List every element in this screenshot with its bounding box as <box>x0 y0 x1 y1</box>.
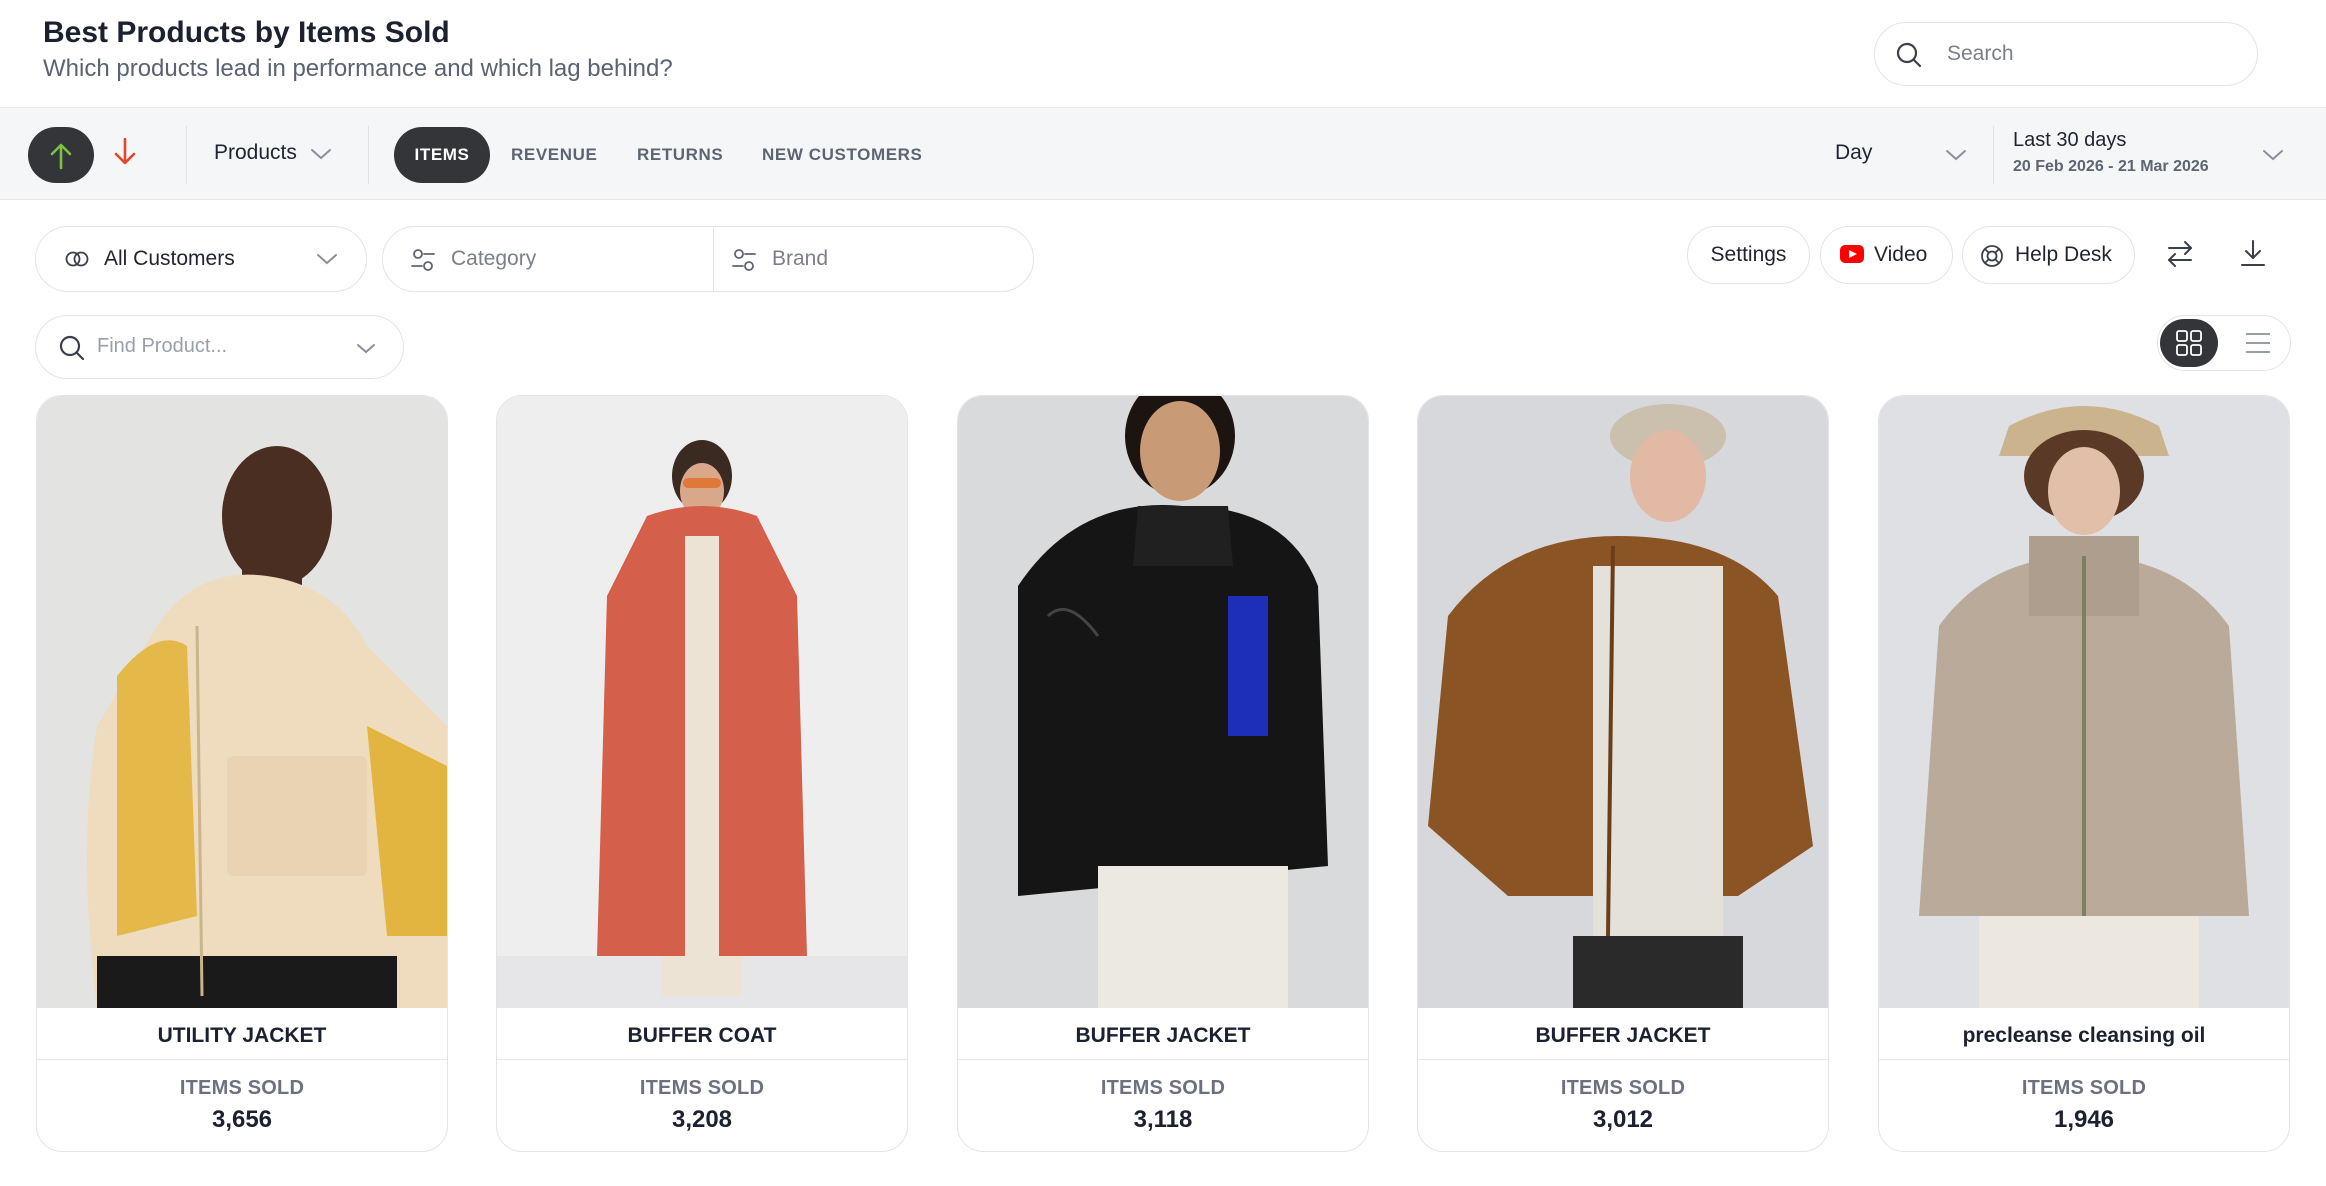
customer-segment-dropdown[interactable]: All Customers <box>35 226 367 292</box>
video-button[interactable]: Video <box>1820 226 1953 284</box>
lifebuoy-icon <box>1981 245 2003 267</box>
metric-label: ITEMS SOLD <box>639 1077 765 1099</box>
sort-ascending-button[interactable] <box>112 136 138 171</box>
view-mode-toggle <box>2157 315 2291 371</box>
date-range-dates: 20 Feb 2026 - 21 Mar 2026 <box>2013 158 2209 175</box>
video-label: Video <box>1874 243 1928 266</box>
find-product-dropdown[interactable]: Find Product... <box>35 315 404 379</box>
sort-descending-button[interactable] <box>28 127 94 183</box>
product-image <box>1879 396 2289 1008</box>
page-title: Best Products by Items Sold <box>43 16 450 49</box>
chevron-down-icon <box>317 254 337 265</box>
chevron-down-icon <box>1946 150 1966 161</box>
find-product-input[interactable]: Find Product... <box>97 335 227 358</box>
granularity-dropdown[interactable]: Day <box>1835 141 1966 165</box>
metric-label: ITEMS SOLD <box>1560 1077 1686 1099</box>
help-desk-label: Help Desk <box>2015 243 2112 266</box>
product-image <box>37 396 447 1008</box>
search-icon <box>1896 42 1922 68</box>
search-input[interactable]: Search <box>1947 42 2014 66</box>
search-icon <box>59 335 85 361</box>
product-name: UTILITY JACKET <box>37 1008 447 1060</box>
product-name: precleanse cleansing oil <box>1879 1008 2289 1060</box>
granularity-label: Day <box>1835 141 1873 164</box>
youtube-icon <box>1840 245 1864 263</box>
tab-revenue[interactable]: REVENUE <box>511 127 597 183</box>
toolbar-divider <box>368 126 369 184</box>
date-range-label: Last 30 days <box>2013 129 2127 151</box>
toolbar-divider <box>186 126 187 184</box>
filter-sliders-icon <box>411 249 435 271</box>
dimension-label: Products <box>214 141 297 164</box>
page-subtitle: Which products lead in performance and w… <box>43 55 673 82</box>
metric-value: 1,946 <box>2053 1106 2115 1133</box>
dimension-dropdown[interactable]: Products <box>214 141 331 165</box>
swap-icon[interactable] <box>2165 239 2195 269</box>
settings-button[interactable]: Settings <box>1687 226 1810 284</box>
metric-label: ITEMS SOLD <box>2021 1077 2147 1099</box>
brand-filter[interactable]: Brand <box>772 247 828 271</box>
product-name: BUFFER COAT <box>497 1008 907 1060</box>
toolbar-divider <box>1993 126 1994 184</box>
metric-label: ITEMS SOLD <box>179 1077 305 1099</box>
grid-view-button[interactable] <box>2160 319 2218 367</box>
metric-value: 3,208 <box>671 1106 733 1133</box>
chevron-down-icon <box>311 149 331 160</box>
product-name: BUFFER JACKET <box>958 1008 1368 1060</box>
metric-value: 3,118 <box>1133 1106 1193 1133</box>
segments-icon <box>65 251 89 267</box>
customer-segment-label: All Customers <box>104 247 235 270</box>
page-header: Best Products by Items Sold Which produc… <box>0 0 2326 108</box>
product-card[interactable]: BUFFER JACKET ITEMS SOLD 3,012 <box>1417 395 1829 1152</box>
product-card[interactable]: UTILITY JACKET ITEMS SOLD 3,656 <box>36 395 448 1152</box>
category-filter[interactable]: Category <box>451 247 536 271</box>
date-range-picker[interactable]: Last 30 days 20 Feb 2026 - 21 Mar 2026 <box>2013 129 2209 176</box>
product-card[interactable]: BUFFER COAT ITEMS SOLD 3,208 <box>496 395 908 1152</box>
metric-value: 3,012 <box>1592 1106 1654 1133</box>
category-brand-filter: Category Brand <box>382 226 1034 292</box>
product-name: BUFFER JACKET <box>1418 1008 1828 1060</box>
list-icon[interactable] <box>2245 331 2271 355</box>
tab-items[interactable]: ITEMS <box>394 127 490 183</box>
grid-icon <box>2176 330 2202 356</box>
filter-divider <box>713 227 714 291</box>
toolbar: Products ITEMS REVENUE RETURNS NEW CUSTO… <box>0 108 2326 200</box>
tab-returns[interactable]: RETURNS <box>637 127 723 183</box>
metric-value: 3,656 <box>211 1106 273 1133</box>
product-image <box>1418 396 1828 1008</box>
download-icon[interactable] <box>2238 238 2268 268</box>
product-card[interactable]: precleanse cleansing oil ITEMS SOLD 1,94… <box>1878 395 2290 1152</box>
help-desk-button[interactable]: Help Desk <box>1962 226 2135 284</box>
product-image <box>958 396 1368 1008</box>
chevron-down-icon <box>357 344 375 354</box>
arrow-down-icon <box>114 137 136 165</box>
product-image <box>497 396 907 1008</box>
filter-sliders-icon <box>732 249 756 271</box>
arrow-up-icon <box>50 143 72 170</box>
chevron-down-icon[interactable] <box>2262 149 2284 161</box>
metric-label: ITEMS SOLD <box>1100 1077 1226 1099</box>
product-card[interactable]: BUFFER JACKET ITEMS SOLD 3,118 <box>957 395 1369 1152</box>
search-box[interactable]: Search <box>1874 22 2258 86</box>
tab-new-customers[interactable]: NEW CUSTOMERS <box>762 127 923 183</box>
